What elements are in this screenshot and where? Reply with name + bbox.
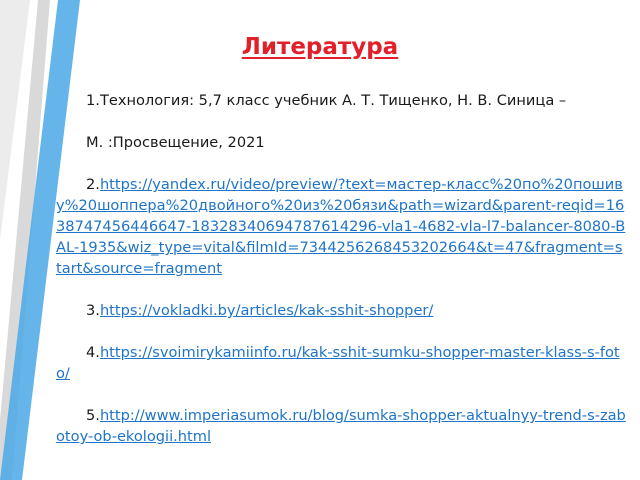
reference-number: 3. [86, 302, 100, 319]
reference-number: 5. [86, 407, 100, 424]
reference-item-1: 1.Технология: 5,7 класс учебник А. Т. Ти… [56, 90, 628, 153]
reference-item-5: 5.http://www.imperiasumok.ru/blog/sumka-… [56, 405, 628, 447]
reference-item-2: 2.https://yandex.ru/video/preview/?text=… [56, 174, 628, 279]
reference-number: 2. [86, 176, 100, 193]
reference-link[interactable]: https://svoimirykamiinfo.ru/kak-sshit-su… [56, 344, 620, 382]
slide: Литература 1.Технология: 5,7 класс учебн… [0, 0, 640, 480]
reference-item-4: 4.https://svoimirykamiinfo.ru/kak-sshit-… [56, 342, 628, 384]
reference-number: 4. [86, 344, 100, 361]
reference-text: Технология: 5,7 класс учебник А. Т. Тище… [99, 92, 567, 109]
reference-link[interactable]: http://www.imperiasumok.ru/blog/sumka-sh… [56, 407, 626, 445]
page-title: Литература [241, 34, 399, 60]
reference-link[interactable]: https://yandex.ru/video/preview/?text=ма… [56, 176, 625, 277]
reference-text-continued: М. :Просвещение, 2021 [86, 134, 265, 151]
reference-list: 1.Технология: 5,7 класс учебник А. Т. Ти… [56, 90, 628, 468]
reference-number: 1. [86, 92, 100, 109]
reference-link[interactable]: https://vokladki.by/articles/kak-sshit-s… [100, 302, 433, 319]
reference-item-3: 3.https://vokladki.by/articles/kak-sshit… [56, 300, 628, 321]
